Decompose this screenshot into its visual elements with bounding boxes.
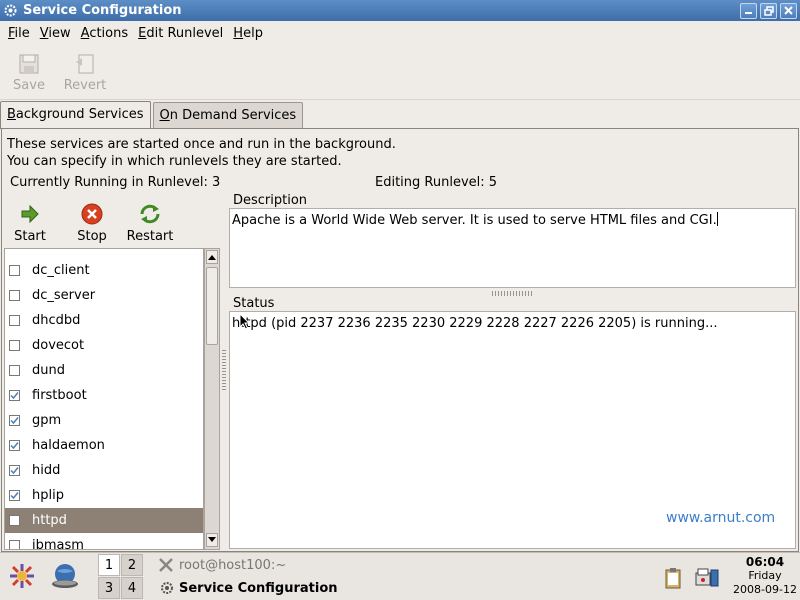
service-checkbox-checked[interactable] xyxy=(9,465,20,476)
pane-splitter-horizontal[interactable] xyxy=(492,291,532,296)
save-icon xyxy=(19,54,39,74)
minimize-button[interactable] xyxy=(740,2,757,19)
services-scrollbar[interactable] xyxy=(204,248,220,550)
stop-icon xyxy=(81,202,103,226)
window-title: Service Configuration xyxy=(23,3,182,18)
list-item xyxy=(5,249,203,250)
scroll-thumb[interactable] xyxy=(206,267,218,345)
save-label: Save xyxy=(13,78,45,93)
start-arrow-icon xyxy=(20,202,40,226)
maximize-button[interactable] xyxy=(760,2,777,19)
service-checkbox-checked[interactable] xyxy=(9,390,20,401)
text-caret xyxy=(716,212,718,226)
menu-actions[interactable]: Actions xyxy=(76,26,134,41)
watermark: www.arnut.com xyxy=(666,510,776,526)
info-text: These services are started once and run … xyxy=(7,136,396,170)
scroll-up-button[interactable] xyxy=(206,250,218,264)
workspace-3[interactable]: 3 xyxy=(98,577,120,599)
menu-view[interactable]: View xyxy=(35,26,76,41)
description-text: Apache is a World Wide Web server. It is… xyxy=(232,212,718,228)
clipboard-icon[interactable] xyxy=(663,567,683,589)
mouse-pointer-icon xyxy=(239,313,250,330)
close-button[interactable] xyxy=(780,2,797,19)
task-service-configuration[interactable]: Service Configuration xyxy=(160,579,338,597)
list-item-ibmasm[interactable]: ibmasm xyxy=(5,533,203,549)
list-item-firstboot[interactable]: firstboot xyxy=(5,383,203,408)
list-item-httpd[interactable]: httpd xyxy=(5,508,203,533)
status-label: Status xyxy=(231,296,277,311)
service-checkbox-checked[interactable] xyxy=(9,490,20,501)
pane-splitter-vertical[interactable] xyxy=(222,350,226,390)
list-item-dund[interactable]: dund xyxy=(5,358,203,383)
list-item-gpm[interactable]: gpm xyxy=(5,408,203,433)
scroll-down-button[interactable] xyxy=(206,533,218,547)
gear-icon[interactable] xyxy=(3,3,18,18)
stop-button[interactable]: Stop xyxy=(64,198,120,244)
status-text: httpd (pid 2237 2236 2235 2230 2229 2228… xyxy=(232,316,718,331)
workspace-2[interactable]: 2 xyxy=(121,554,143,576)
restart-icon xyxy=(138,202,162,226)
restart-button[interactable]: Restart xyxy=(122,198,178,244)
tab-bar: Background Services On Demand Services xyxy=(0,101,304,129)
revert-label: Revert xyxy=(63,78,107,93)
start-button[interactable]: Start xyxy=(8,198,52,244)
clock-time: 06:04 xyxy=(745,555,785,569)
info-line-1: These services are started once and run … xyxy=(7,137,396,152)
main-menu-icon[interactable] xyxy=(8,562,36,590)
service-checkbox[interactable] xyxy=(9,265,20,276)
menu-bar: File View Actions Edit Runlevel Help xyxy=(0,21,800,45)
revert-button[interactable]: Revert xyxy=(60,45,110,99)
task-terminal[interactable]: root@host100:~ xyxy=(158,556,286,574)
list-item-dovecot[interactable]: dovecot xyxy=(5,333,203,358)
list-item-dc-server[interactable]: dc_server xyxy=(5,283,203,308)
printer-status-icon[interactable] xyxy=(694,567,720,589)
service-checkbox[interactable] xyxy=(9,290,20,301)
tab-on-demand-services[interactable]: On Demand Services xyxy=(152,102,304,129)
menu-help[interactable]: Help xyxy=(228,26,268,41)
current-runlevel-label: Currently Running in Runlevel: 3 xyxy=(10,175,221,190)
title-bar[interactable]: Service Configuration xyxy=(0,0,800,21)
service-checkbox-checked[interactable] xyxy=(9,440,20,451)
service-checkbox[interactable] xyxy=(9,365,20,376)
services-list[interactable]: dc_client dc_server dhcdbd dovecot dund … xyxy=(4,248,204,550)
service-checkbox[interactable] xyxy=(9,515,20,526)
revert-icon xyxy=(76,54,94,74)
list-item-haldaemon[interactable]: haldaemon xyxy=(5,433,203,458)
clock-date: 2008-09-12 xyxy=(733,583,797,596)
service-checkbox[interactable] xyxy=(9,540,20,549)
menu-edit-runlevel[interactable]: Edit Runlevel xyxy=(133,26,228,41)
workspace-4[interactable]: 4 xyxy=(121,577,143,599)
save-button[interactable]: Save xyxy=(4,45,54,99)
gear-icon xyxy=(161,582,173,594)
list-item-dhcdbd[interactable]: dhcdbd xyxy=(5,308,203,333)
arrow-down-icon xyxy=(208,537,216,542)
clock-day: Friday xyxy=(748,569,782,582)
info-line-2: You can specify in which runlevels they … xyxy=(7,154,342,169)
editing-runlevel-label: Editing Runlevel: 5 xyxy=(375,175,498,190)
tab-background-services[interactable]: Background Services xyxy=(0,101,151,129)
clock[interactable]: 06:04 Friday 2008-09-12 xyxy=(730,555,800,597)
menu-file[interactable]: File xyxy=(3,26,35,41)
workspace-1[interactable]: 1 xyxy=(98,554,120,576)
service-checkbox[interactable] xyxy=(9,315,20,326)
list-item-hidd[interactable]: hidd xyxy=(5,458,203,483)
service-checkbox[interactable] xyxy=(9,340,20,351)
description-label: Description xyxy=(231,193,310,208)
terminal-x-icon xyxy=(159,558,173,572)
service-checkbox-checked[interactable] xyxy=(9,415,20,426)
network-globe-icon[interactable] xyxy=(50,562,80,590)
service-actions: Start Stop Restart xyxy=(8,198,178,244)
list-item-hplip[interactable]: hplip xyxy=(5,483,203,508)
list-item-dc-client[interactable]: dc_client xyxy=(5,258,203,283)
toolbar: Save Revert xyxy=(0,45,800,100)
arrow-up-icon xyxy=(208,255,216,260)
